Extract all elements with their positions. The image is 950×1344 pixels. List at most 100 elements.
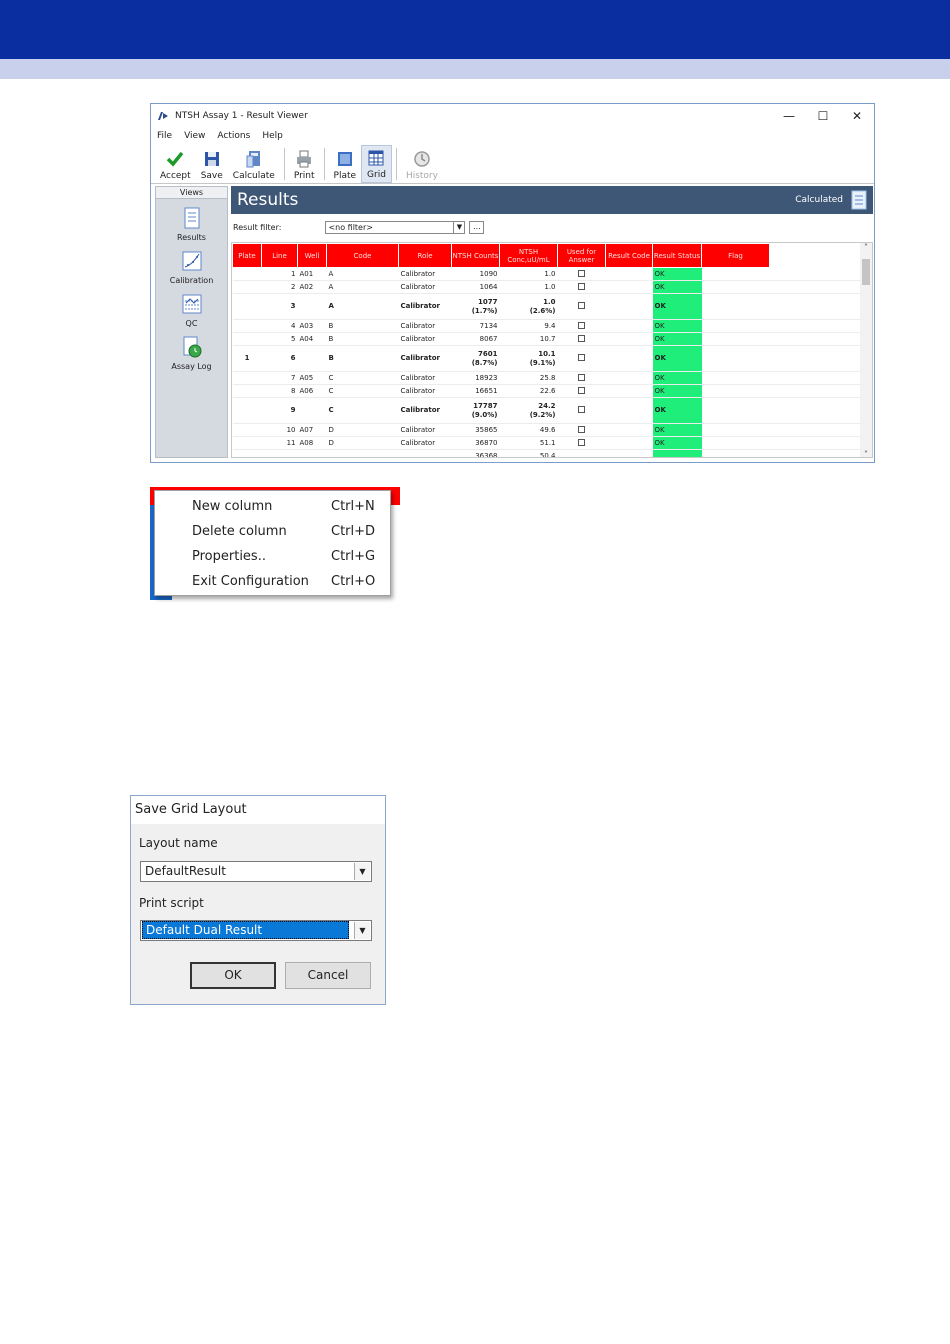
scroll-thumb[interactable] (862, 259, 870, 285)
table-row[interactable]: 36368 50.4 (232, 449, 860, 457)
table-row[interactable]: 5 A04 B Calibrator 8067 10.7 OK (232, 332, 860, 346)
print-script-label: Print script (139, 896, 204, 910)
column-header[interactable]: Line (261, 243, 298, 268)
table-row[interactable]: 1 A01 A Calibrator 1090 1.0 OK (232, 267, 860, 281)
cell-plate (232, 332, 262, 346)
column-header[interactable]: Plate (232, 243, 262, 268)
grid-button[interactable]: Grid (361, 145, 392, 183)
minimize-button[interactable]: — (772, 109, 806, 123)
conc-cv: (9.2%) (529, 410, 556, 419)
cell-empty (769, 449, 860, 457)
menu-view[interactable]: View (184, 131, 205, 141)
used-for-answer-checkbox[interactable] (578, 353, 585, 361)
history-button[interactable]: History (401, 145, 443, 183)
menu-file[interactable]: File (157, 131, 172, 141)
calibration-curve-icon (182, 251, 201, 271)
column-header[interactable]: NTSH Counts (451, 243, 500, 268)
column-header[interactable]: Well (297, 243, 327, 268)
counts-value: 17787 (473, 401, 498, 410)
cell-flag (701, 293, 770, 320)
menu-help[interactable]: Help (262, 131, 283, 141)
cell-conc: 10.7 (499, 332, 558, 346)
result-viewer-window: NTSH Assay 1 - Result Viewer — ☐ ✕ File … (150, 103, 875, 463)
cell-line: 10 (261, 423, 298, 437)
column-header[interactable]: Code (326, 243, 399, 268)
dropdown-arrow-icon[interactable]: ▼ (354, 863, 370, 880)
ok-button[interactable]: OK (190, 962, 276, 989)
used-for-answer-checkbox[interactable] (578, 269, 585, 277)
cell-flag (701, 371, 770, 385)
plate-label: Plate (333, 171, 357, 181)
column-header[interactable]: Flag (701, 243, 770, 268)
results-table: Plate Line Well Code Role NTSH Counts NT… (232, 243, 860, 457)
grid-header-row: Plate Line Well Code Role NTSH Counts NT… (232, 243, 860, 268)
used-for-answer-checkbox[interactable] (578, 334, 585, 342)
table-row[interactable]: 7 A05 C Calibrator 18923 25.8 OK (232, 371, 860, 385)
table-row[interactable]: 1 6 B Calibrator 7601 (8.7%) 10.1 (9.1%) OK (232, 345, 860, 372)
used-for-answer-checkbox[interactable] (578, 386, 585, 394)
cell-result-status: OK (652, 345, 702, 372)
cell-line: 7 (261, 371, 298, 385)
calculate-button[interactable]: Calculate (228, 145, 280, 183)
context-menu-properties[interactable]: Properties.. Ctrl+G (155, 544, 390, 569)
assay-log-icon (183, 336, 201, 358)
cell-result-code (605, 423, 653, 437)
menu-actions[interactable]: Actions (217, 131, 250, 141)
cell-code: A (326, 280, 399, 294)
print-script-combo[interactable]: Default Dual Result ▼ (140, 920, 372, 941)
dropdown-arrow-icon[interactable]: ▼ (354, 922, 370, 939)
column-header[interactable]: Used for Answer (557, 243, 606, 268)
maximize-button[interactable]: ☐ (806, 109, 840, 123)
layout-name-combo[interactable]: DefaultResult ▼ (140, 861, 372, 882)
save-button[interactable]: Save (196, 145, 228, 183)
cell-result-code (605, 436, 653, 450)
table-row[interactable]: 2 A02 A Calibrator 1064 1.0 OK (232, 280, 860, 294)
column-header[interactable]: Result Status (652, 243, 702, 268)
view-assay-log[interactable]: Assay Log (156, 336, 227, 371)
column-header[interactable]: NTSH Conc,uU/mL (499, 243, 558, 268)
history-label: History (405, 171, 438, 181)
context-menu-exit-configuration[interactable]: Exit Configuration Ctrl+O (155, 569, 390, 594)
accept-button[interactable]: Accept (155, 145, 196, 183)
counts-cv: (8.7%) (471, 358, 498, 367)
used-for-answer-checkbox[interactable] (578, 373, 585, 381)
table-row[interactable]: 4 A03 B Calibrator 7134 9.4 OK (232, 319, 860, 333)
grid-scrollbar[interactable]: ˄ ˅ (860, 243, 872, 457)
column-header[interactable]: Role (398, 243, 452, 268)
scroll-up-icon[interactable]: ˄ (860, 243, 872, 252)
counts-cv: (1.7%) (471, 306, 498, 315)
used-for-answer-checkbox[interactable] (578, 425, 585, 433)
table-row[interactable]: 3 A Calibrator 1077 (1.7%) 1.0 (2.6%) OK (232, 293, 860, 320)
column-header[interactable]: Result Code (605, 243, 653, 268)
cell-used-for-answer (557, 384, 606, 398)
cell-line: 11 (261, 436, 298, 450)
table-row[interactable]: 11 A08 D Calibrator 36870 51.1 OK (232, 436, 860, 450)
view-results[interactable]: Results (156, 207, 227, 242)
result-filter-more-button[interactable]: ... (469, 220, 485, 234)
used-for-answer-checkbox[interactable] (578, 405, 585, 413)
result-filter-select[interactable]: <no filter> ▼ (325, 220, 466, 234)
menu-bar: File View Actions Help (151, 128, 874, 144)
close-button[interactable]: ✕ (840, 109, 874, 123)
view-calibration[interactable]: Calibration (156, 250, 227, 285)
plate-button[interactable]: Plate (329, 145, 362, 183)
cancel-button[interactable]: Cancel (285, 962, 371, 989)
table-row[interactable]: 8 A06 C Calibrator 16651 22.6 OK (232, 384, 860, 398)
cell-result-status: OK (652, 384, 702, 398)
cell-role: Calibrator (398, 267, 452, 281)
used-for-answer-checkbox[interactable] (578, 301, 585, 309)
used-for-answer-checkbox[interactable] (578, 438, 585, 446)
cell-used-for-answer (557, 397, 606, 424)
table-row[interactable]: 10 A07 D Calibrator 35865 49.6 OK (232, 423, 860, 437)
context-menu-delete-column[interactable]: Delete column Ctrl+D (155, 519, 390, 544)
scroll-down-icon[interactable]: ˅ (860, 450, 872, 457)
cell-well (297, 449, 327, 457)
calculated-document-icon (851, 190, 867, 210)
print-button[interactable]: Print (289, 145, 320, 183)
used-for-answer-checkbox[interactable] (578, 321, 585, 329)
view-qc[interactable]: QC (156, 293, 227, 328)
cell-well: A05 (297, 371, 327, 385)
context-menu-new-column[interactable]: New column Ctrl+N (155, 494, 390, 519)
used-for-answer-checkbox[interactable] (578, 282, 585, 290)
table-row[interactable]: 9 C Calibrator 17787 (9.0%) 24.2 (9.2%) OK (232, 397, 860, 424)
